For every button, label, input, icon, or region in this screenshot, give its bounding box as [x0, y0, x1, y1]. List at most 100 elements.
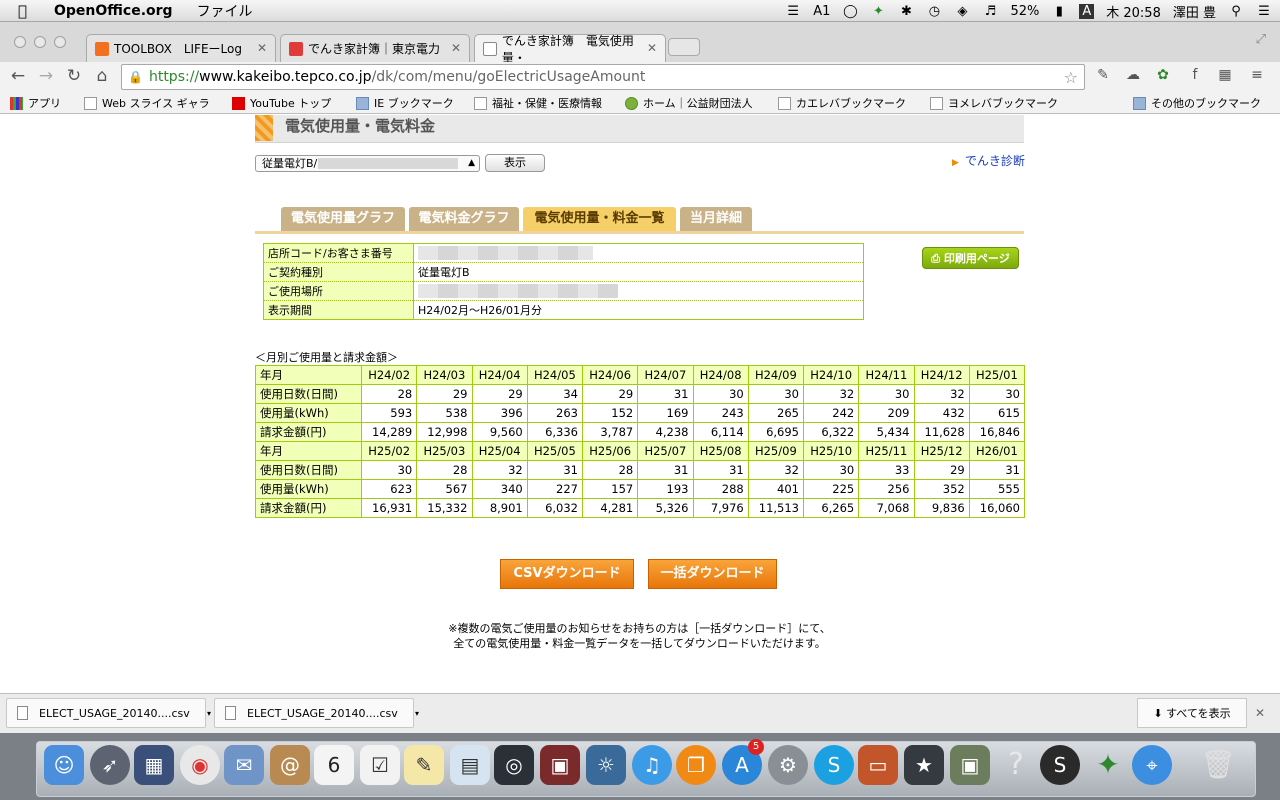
system-preferences-icon[interactable]: ⚙ — [768, 745, 808, 785]
mission-control-icon[interactable]: ▦ — [134, 745, 174, 785]
app-store-icon[interactable]: A5 — [722, 739, 764, 785]
clock[interactable]: 木 20:58 — [1106, 2, 1161, 21]
mail-icon[interactable]: ✉ — [224, 745, 264, 785]
photo-booth-icon[interactable]: ▣ — [540, 745, 580, 785]
bookmark-youtube[interactable]: YouTube トップ — [232, 95, 331, 111]
extension-cloud-icon[interactable]: ☁ — [1123, 67, 1143, 87]
url-host: www.kakeibo.tepco.co.jp — [199, 69, 372, 85]
minimize-window-icon[interactable] — [34, 36, 46, 48]
preview-icon[interactable]: ▤ — [450, 745, 490, 785]
hummingbird-icon[interactable]: ✦ — [870, 4, 886, 19]
dropdown-arrow-icon[interactable]: ▾ — [205, 699, 213, 729]
bookmark-other[interactable]: その他のブックマーク — [1133, 95, 1261, 111]
skype-icon[interactable]: S — [814, 745, 854, 785]
ibooks-icon[interactable]: ❐ — [676, 745, 716, 785]
close-tab-icon[interactable]: ✕ — [647, 41, 657, 55]
contacts-icon[interactable]: @ — [270, 745, 310, 785]
bookmark-welfare[interactable]: 福祉・保健・医療情報 — [474, 95, 602, 111]
creative-cloud-icon[interactable]: ◯ — [842, 4, 858, 19]
bookmark-ie-folder[interactable]: IE ブックマーク — [356, 95, 454, 111]
close-tab-icon[interactable]: ✕ — [257, 41, 267, 55]
forward-icon[interactable]: → — [36, 66, 56, 86]
keynote-icon[interactable]: ▭ — [858, 745, 898, 785]
download-item[interactable]: ELECT_USAGE_20140....csv ▾ — [6, 698, 211, 728]
show-button[interactable]: 表示 — [485, 154, 545, 172]
download-item[interactable]: ELECT_USAGE_20140....csv ▾ — [214, 698, 419, 728]
extension-hummingbird-icon[interactable]: ✎ — [1093, 67, 1113, 87]
battery-icon[interactable]: ▮ — [1051, 4, 1067, 19]
finder-icon[interactable]: ☺ — [44, 745, 84, 785]
file-menu[interactable]: ファイル — [197, 1, 253, 21]
tab-usage-fee-list[interactable]: 電気使用量・料金一覧 — [523, 207, 676, 231]
address-bar[interactable]: 🔒 https:// www.kakeibo.tepco.co.jp /dk/c… — [121, 64, 1085, 90]
itunes-icon[interactable]: ♫ — [632, 745, 672, 785]
imovie-icon[interactable]: ★ — [904, 745, 944, 785]
print-page-button[interactable]: ⎙ 印刷用ページ — [922, 247, 1019, 269]
tab-denki-kakeibo[interactable]: でんき家計簿｜東京電力 ✕ — [280, 34, 470, 62]
value-cell: 8,901 — [471, 498, 528, 518]
chrome-menu-icon[interactable]: ≡ — [1247, 67, 1267, 87]
tab-usage-graph[interactable]: 電気使用量グラフ — [281, 207, 405, 231]
image-capture-icon[interactable]: ▣ — [950, 745, 990, 785]
notification-center-icon[interactable]: ☰ — [1256, 4, 1272, 19]
reload-icon[interactable]: ↻ — [64, 66, 84, 86]
extension-facebook-icon[interactable]: f — [1185, 67, 1205, 87]
bulk-download-button[interactable]: 一括ダウンロード — [648, 559, 777, 589]
bluetooth-icon[interactable]: ✱ — [898, 4, 914, 19]
bookmark-foundation[interactable]: ホーム｜公益財団法人 — [625, 95, 753, 111]
value-cell: 31 — [526, 460, 584, 480]
value-cell: 6,336 — [526, 422, 584, 442]
facetime-icon[interactable]: ◎ — [494, 745, 534, 785]
zoom-window-icon[interactable] — [54, 36, 66, 48]
close-tab-icon[interactable]: ✕ — [451, 41, 461, 55]
chrome-icon[interactable]: ◉ — [180, 745, 220, 785]
bookmark-apps[interactable]: アプリ — [10, 95, 61, 111]
wifi-status-icon[interactable]: ☰ — [785, 4, 801, 19]
safari-icon[interactable]: ⌖ — [1132, 745, 1172, 785]
calendar-icon[interactable]: 6 — [314, 745, 354, 785]
tab-fee-graph[interactable]: 電気料金グラフ — [409, 207, 519, 231]
store-code-label: 店所コード/お客さま番号 — [263, 243, 414, 263]
battery-percent[interactable]: 52% — [1010, 4, 1039, 19]
bookmark-star-icon[interactable]: ☆ — [1064, 68, 1078, 87]
help-icon[interactable]: ? — [996, 745, 1036, 785]
extension-chart-icon[interactable]: ▦ — [1215, 67, 1235, 87]
back-icon[interactable]: ← — [8, 66, 28, 86]
bookmark-kaereba[interactable]: カエレバブックマーク — [778, 95, 906, 111]
download-filename: ELECT_USAGE_20140....csv — [247, 707, 398, 720]
reminders-icon[interactable]: ☑ — [360, 745, 400, 785]
scansnap-icon[interactable]: S — [1040, 745, 1080, 785]
app-menu[interactable]: OpenOffice.org — [54, 3, 173, 19]
user-name[interactable]: 澤田 豊 — [1173, 2, 1216, 21]
close-shelf-icon[interactable]: ✕ — [1255, 706, 1265, 720]
trash-icon[interactable]: 🗑 — [1198, 745, 1238, 785]
apple-icon[interactable]:  — [18, 2, 36, 20]
extension-evernote-icon[interactable]: ✿ — [1153, 67, 1173, 87]
iphoto-icon[interactable]: ☼ — [586, 745, 626, 785]
time-machine-icon[interactable]: ◷ — [926, 4, 942, 19]
volume-icon[interactable]: ♬ — [982, 4, 998, 19]
adobe-icon[interactable]: A1 — [813, 4, 830, 19]
bookmark-web-slice[interactable]: Web スライス ギャラ — [84, 95, 210, 111]
spotlight-icon[interactable]: ⚲ — [1228, 4, 1244, 19]
tab-toolbox[interactable]: TOOLBOX LIFEーLog ✕ — [86, 34, 276, 62]
home-icon[interactable]: ⌂ — [92, 66, 112, 86]
dropdown-arrow-icon[interactable]: ▾ — [413, 699, 421, 729]
new-tab-button[interactable] — [668, 38, 700, 56]
hummingbird-app-icon[interactable]: ✦ — [1088, 745, 1128, 785]
notes-icon[interactable]: ✎ — [404, 745, 444, 785]
value-cell: 288 — [692, 479, 749, 499]
value-cell: 4,238 — [637, 422, 694, 442]
tab-electric-usage[interactable]: でんき家計簿 電気使用量・ ✕ — [474, 34, 666, 65]
bookmark-yomereba[interactable]: ヨメレバブックマーク — [930, 95, 1058, 111]
meter-select[interactable]: 従量電灯B/ ▲ — [255, 155, 480, 172]
tab-current-month[interactable]: 当月詳細 — [680, 207, 752, 231]
denki-diagnosis-link[interactable]: ▶ でんき診断 — [952, 152, 1025, 169]
input-mode[interactable]: A — [1079, 3, 1095, 19]
launchpad-icon[interactable]: ➶ — [90, 745, 130, 785]
wifi-icon[interactable]: ◈ — [954, 4, 970, 19]
close-window-icon[interactable] — [14, 36, 26, 48]
fullscreen-icon[interactable]: ⤢ — [1256, 32, 1266, 47]
show-all-downloads-button[interactable]: ⬇ すべてを表示 — [1137, 698, 1247, 728]
csv-download-button[interactable]: CSVダウンロード — [500, 559, 634, 589]
